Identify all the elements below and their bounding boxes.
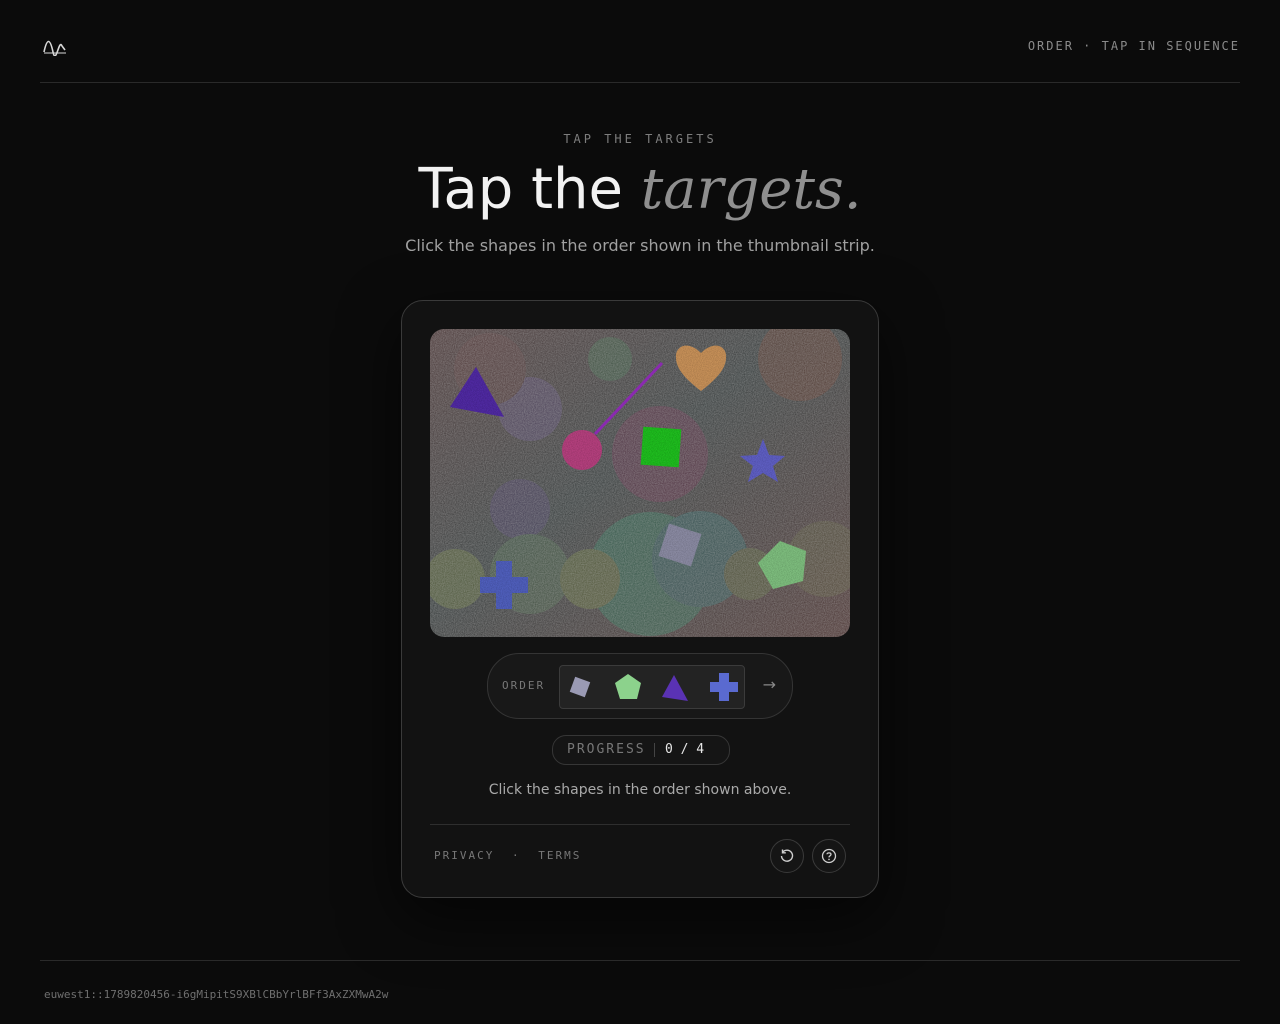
thumb-triangle-icon	[662, 675, 688, 701]
progress-label: PROGRESS	[567, 742, 646, 757]
title-emphasis: targets.	[640, 157, 862, 222]
card-divider	[430, 824, 850, 825]
progress-indicator: PROGRESS 0 / 4	[552, 735, 730, 765]
progress-separator	[654, 743, 655, 757]
arrow-right-icon[interactable]: →	[763, 675, 776, 694]
footer-divider	[40, 960, 1240, 961]
help-button[interactable]	[812, 839, 846, 873]
page-title: Tap the targets.	[0, 158, 1280, 222]
eyebrow-label: TAP THE TARGETS	[563, 132, 717, 146]
order-strip: ORDER →	[487, 653, 793, 719]
page-subtitle: Click the shapes in the order shown in t…	[405, 236, 875, 255]
top-nav-label: ORDER · TAP IN SEQUENCE	[1027, 39, 1240, 53]
hero: TAP THE TARGETS Tap the targets. Click t…	[0, 132, 1280, 255]
challenge-canvas[interactable]	[430, 329, 850, 637]
legal-separator: ·	[511, 849, 521, 862]
thumb-cross-icon	[710, 673, 738, 701]
reload-button[interactable]	[770, 839, 804, 873]
top-bar: ORDER · TAP IN SEQUENCE	[40, 0, 1240, 83]
instruction-text: Click the shapes in the order shown abov…	[488, 782, 792, 798]
shape-circle[interactable]	[562, 430, 602, 470]
challenge-card: ORDER → PROGRESS 0 / 4 Click the shapes …	[401, 300, 879, 898]
help-icon	[821, 848, 837, 864]
order-label: ORDER	[502, 679, 546, 692]
thumb-pentagon-icon	[615, 674, 641, 699]
reload-icon	[780, 849, 794, 862]
wave-logo-icon[interactable]	[43, 36, 67, 56]
privacy-link[interactable]: PRIVACY	[434, 849, 494, 862]
legal-links: PRIVACY · TERMS	[434, 849, 581, 862]
progress-value: 0 / 4	[665, 742, 705, 757]
order-thumbnails	[559, 665, 745, 709]
shape-square-green[interactable]	[640, 426, 682, 468]
terms-link[interactable]: TERMS	[538, 849, 581, 862]
title-plain: Tap the	[418, 157, 641, 222]
request-id: euwest1::1789820456-i6gMipitS9XBlCBbYrlB…	[44, 988, 389, 1001]
thumb-square-icon	[569, 676, 591, 698]
